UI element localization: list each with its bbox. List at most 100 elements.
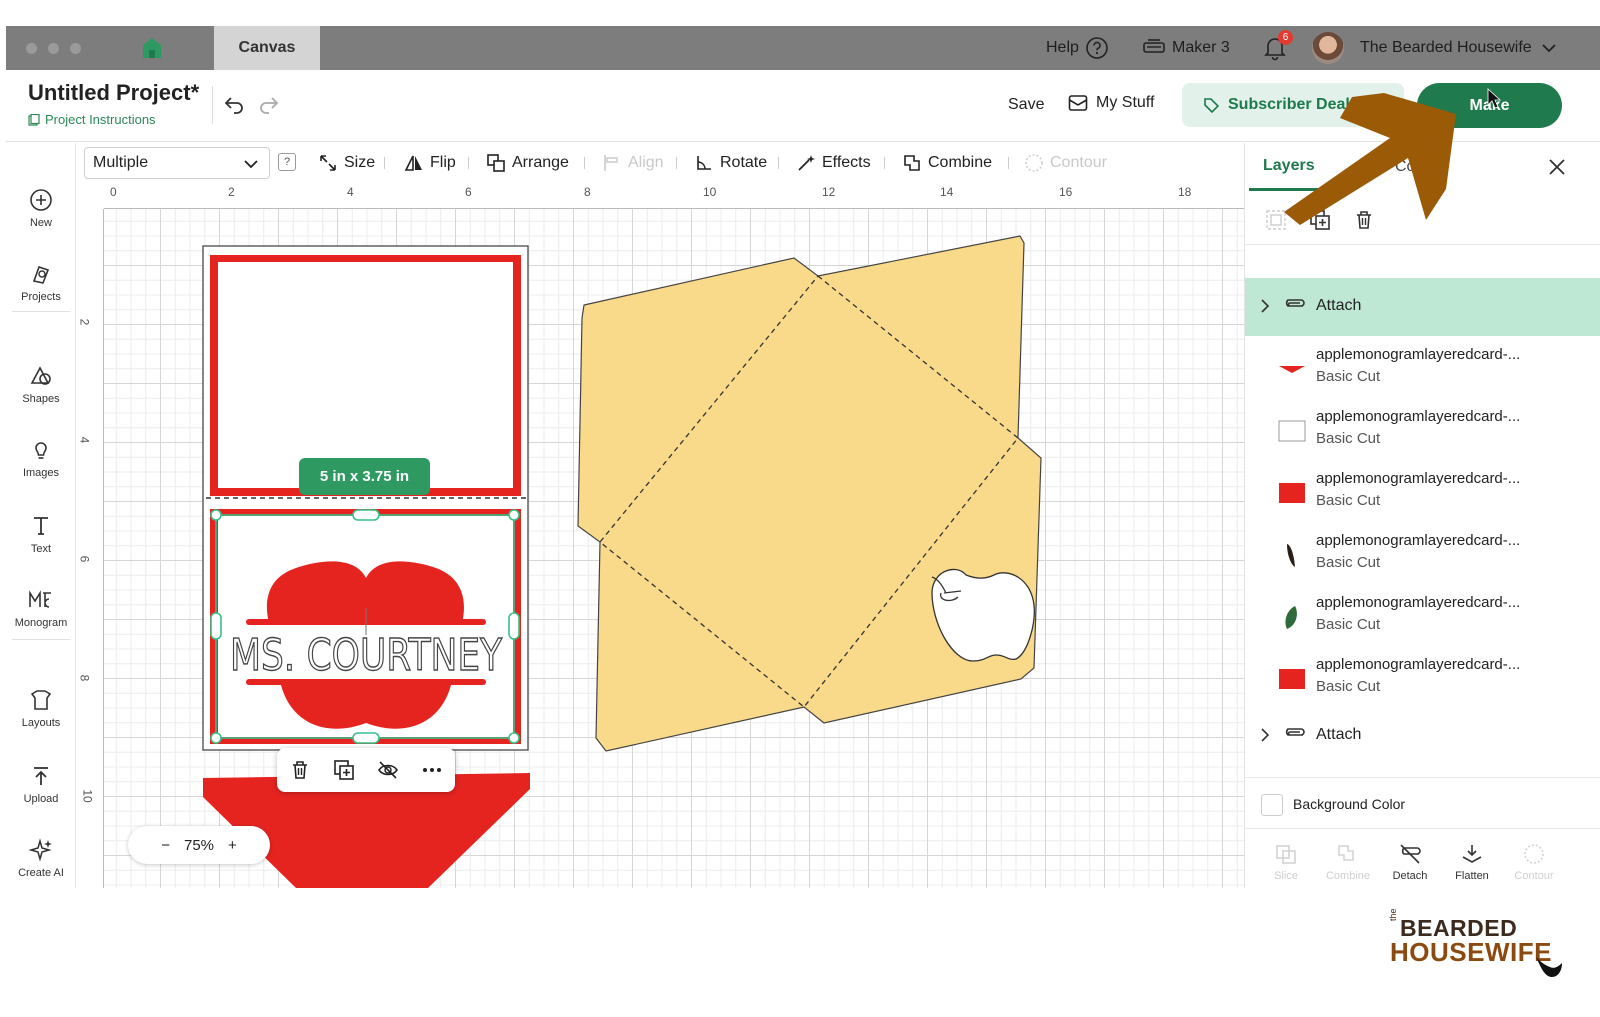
tab-canvas[interactable]: Canvas [214,26,320,70]
sidebar-item-new[interactable]: New [6,187,76,229]
tab-colors[interactable]: Colors [1395,143,1441,191]
layer-operation: Basic Cut [1316,678,1381,695]
zoom-control: − 75% + [128,826,270,864]
window-zoom-button[interactable] [70,43,81,54]
combine-tool[interactable]: Combine [902,143,992,183]
sidebar-item-projects[interactable]: Projects [6,261,76,303]
avatar [1312,32,1344,64]
sidebar-item-layouts[interactable]: Layouts [6,687,76,729]
resize-handle[interactable] [508,732,520,744]
contour-button[interactable]: Contour [1503,843,1565,882]
rotate-tool[interactable]: Rotate [694,143,767,183]
sidebar-item-monogram[interactable]: Monogram [6,587,76,629]
subscriber-deals-label: Subscriber Deals [1228,96,1359,113]
resize-handle[interactable] [352,509,380,521]
sidebar-item-label: Create AI [18,867,64,879]
window-close-button[interactable] [26,43,37,54]
project-instructions-link[interactable]: Project Instructions [28,112,156,127]
background-color-row[interactable]: Background Color [1245,777,1600,829]
design-canvas[interactable]: 0 2 4 6 8 10 12 14 16 18 2 4 6 8 10 MS. … [76,183,1244,888]
group-icon[interactable] [1265,209,1287,231]
duplicate-icon[interactable] [1309,209,1331,231]
envelope-design[interactable] [577,235,1042,752]
subscriber-deals-button[interactable]: Subscriber Deals [1182,83,1404,127]
sidebar-item-label: Monogram [14,617,68,629]
layer-item[interactable]: applemonogramlayeredcard-... Basic Cut [1245,523,1600,585]
card-name-text: MS. COURTNEY [230,630,502,681]
align-tool[interactable]: Align [602,143,664,183]
resize-handle[interactable] [508,509,520,521]
layer-item[interactable]: applemonogramlayeredcard-... Basic Cut [1245,647,1600,709]
chevron-down-icon [244,160,258,169]
project-title[interactable]: Untitled Project* [28,80,199,106]
more-icon[interactable] [421,759,443,781]
resize-handle[interactable] [210,612,222,640]
layer-thumbnail [1279,483,1305,503]
document-icon [28,113,40,126]
size-tool[interactable]: Size [318,143,375,183]
flatten-button[interactable]: Flatten [1441,843,1503,882]
arrange-tool[interactable]: Arrange [486,143,569,183]
resize-handle[interactable] [210,732,222,744]
layer-item[interactable]: applemonogramlayeredcard-... Basic Cut [1245,585,1600,647]
beard-icon [1536,957,1562,977]
machine-selector[interactable]: Maker 3 [1142,26,1230,70]
toolbar-separator [676,157,677,169]
contour-tool[interactable]: Contour [1024,143,1107,183]
chevron-right-icon[interactable] [1259,727,1271,743]
zoom-level: 75% [183,836,215,854]
detach-button[interactable]: Detach [1379,843,1441,882]
layer-thumbnail [1279,366,1305,373]
save-button[interactable]: Save [1008,96,1044,114]
undo-icon[interactable] [222,92,246,116]
paperclip-icon [1285,299,1305,307]
arrange-icon [487,154,505,172]
sidebar-item-text[interactable]: Text [6,513,76,555]
toolbar-separator [384,157,385,169]
window-minimize-button[interactable] [48,43,59,54]
home-icon[interactable] [142,37,162,59]
hide-icon[interactable] [377,759,399,781]
resize-handle[interactable] [210,509,222,521]
layer-group-attach[interactable]: Attach [1245,278,1600,336]
help-label: Help [1046,39,1079,56]
slice-button[interactable]: Slice [1255,843,1317,882]
sidebar-item-shapes[interactable]: Shapes [6,363,76,405]
duplicate-icon[interactable] [333,759,355,781]
sidebar-item-create-ai[interactable]: Create AI [6,837,76,879]
tab-layers[interactable]: Layers [1249,143,1353,191]
layer-thumbnail [1279,669,1305,689]
chevron-right-icon[interactable] [1259,298,1271,314]
sidebar-item-images[interactable]: Images [6,437,76,479]
combine-button[interactable]: Combine [1317,843,1379,882]
layer-item[interactable]: applemonogramlayeredcard-... Basic Cut [1245,399,1600,461]
projects-icon [32,265,50,284]
notification-badge: 6 [1278,30,1293,45]
flip-tool[interactable]: Flip [404,143,456,183]
layer-item[interactable]: applemonogramlayeredcard-... Basic Cut [1245,337,1600,399]
close-icon[interactable] [1547,157,1567,177]
selection-dropdown[interactable]: Multiple [84,147,270,179]
flip-tool-label: Flip [430,154,456,171]
background-color-swatch[interactable] [1261,794,1283,816]
help-button[interactable]: Help [1046,26,1109,70]
notifications-button[interactable]: 6 [1262,26,1293,70]
zoom-in-button[interactable]: + [228,837,237,854]
trash-icon[interactable] [289,759,311,781]
toolbar-help-button[interactable]: ? [278,153,296,171]
zoom-out-button[interactable]: − [161,837,170,854]
trash-icon[interactable] [1353,209,1375,231]
effects-tool[interactable]: Effects [796,143,871,183]
toolbar-separator [1008,157,1009,169]
resize-handle[interactable] [352,732,380,744]
lightbulb-icon [35,442,47,459]
make-button[interactable]: Make [1417,83,1562,128]
resize-handle[interactable] [508,612,520,640]
redo-icon[interactable] [257,92,281,116]
sidebar-item-label: Text [30,543,52,555]
layer-group-attach[interactable]: Attach [1245,707,1600,765]
my-stuff-button[interactable]: My Stuff [1068,94,1154,112]
layer-item[interactable]: applemonogramlayeredcard-... Basic Cut [1245,461,1600,523]
sidebar-item-upload[interactable]: Upload [6,763,76,805]
user-menu[interactable]: The Bearded Housewife [1312,26,1558,70]
